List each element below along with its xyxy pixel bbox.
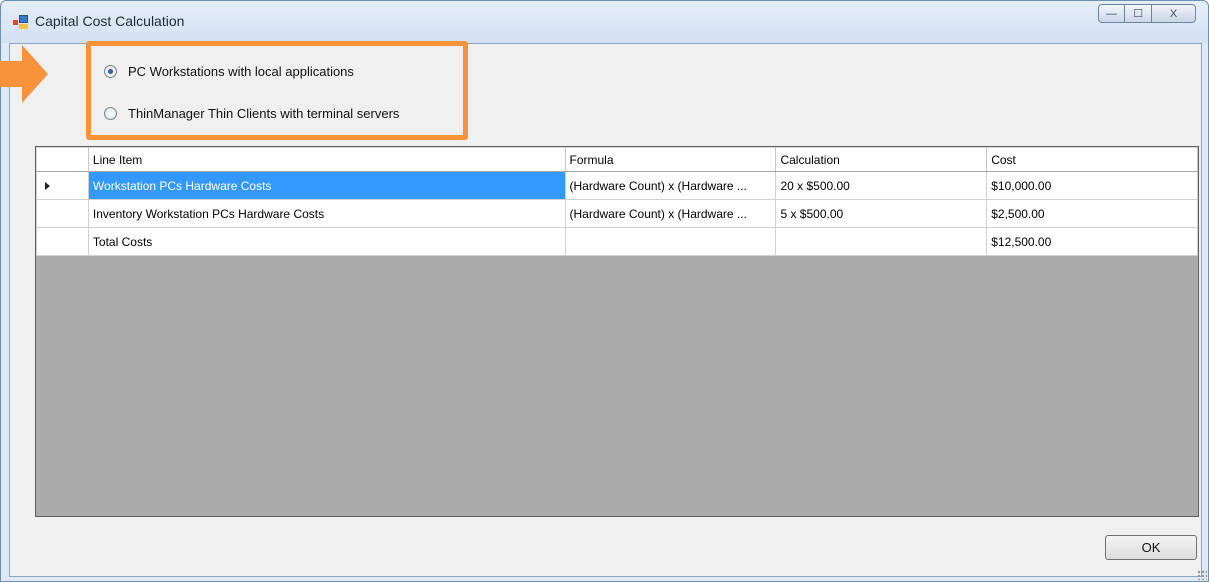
radio-button[interactable] — [104, 107, 117, 120]
cell-line-item[interactable]: Inventory Workstation PCs Hardware Costs — [87, 199, 566, 228]
ok-button[interactable]: OK — [1105, 535, 1197, 560]
column-header-formula[interactable]: Formula — [564, 147, 777, 172]
row-header[interactable] — [36, 199, 89, 228]
maximize-button[interactable]: ☐ — [1125, 4, 1152, 23]
table-row[interactable]: Workstation PCs Hardware Costs (Hardware… — [36, 171, 1198, 200]
cell-cost[interactable]: $2,500.00 — [986, 199, 1198, 228]
cell-line-item[interactable]: Workstation PCs Hardware Costs — [87, 171, 566, 200]
option-label: PC Workstations with local applications — [128, 64, 354, 79]
window-title: Capital Cost Calculation — [35, 13, 185, 29]
cost-table: Line Item Formula Calculation Cost Works… — [36, 147, 1198, 256]
header-row: Line Item Formula Calculation Cost — [36, 147, 1198, 172]
cell-formula[interactable]: (Hardware Count) x (Hardware ... — [564, 171, 777, 200]
option-label: ThinManager Thin Clients with terminal s… — [128, 106, 400, 121]
annotation-arrow-icon — [0, 45, 48, 103]
row-header-corner[interactable] — [36, 147, 89, 172]
column-header-line-item[interactable]: Line Item — [87, 147, 566, 172]
cell-formula[interactable]: (Hardware Count) x (Hardware ... — [564, 199, 777, 228]
annotation-highlight-box — [86, 41, 468, 140]
minimize-icon: — — [1106, 7, 1117, 20]
title-bar[interactable]: Capital Cost Calculation — ☐ X — [1, 1, 1208, 43]
radio-button-checked[interactable] — [104, 65, 117, 78]
resize-grip-icon[interactable] — [1197, 570, 1207, 580]
window-controls: — ☐ X — [1098, 4, 1196, 23]
table-row[interactable]: Inventory Workstation PCs Hardware Costs… — [36, 199, 1198, 228]
cell-calculation[interactable]: 5 x $500.00 — [775, 199, 988, 228]
option-thin-clients[interactable]: ThinManager Thin Clients with terminal s… — [104, 106, 399, 121]
maximize-icon: ☐ — [1133, 8, 1143, 20]
table-row[interactable]: Total Costs $12,500.00 — [36, 227, 1198, 256]
form-app-icon — [13, 15, 29, 29]
option-pc-workstations[interactable]: PC Workstations with local applications — [104, 64, 354, 79]
cost-data-grid[interactable]: Line Item Formula Calculation Cost Works… — [35, 146, 1199, 517]
cell-cost[interactable]: $10,000.00 — [986, 171, 1198, 200]
column-header-cost[interactable]: Cost — [986, 147, 1198, 172]
row-header[interactable] — [36, 171, 89, 200]
close-button[interactable]: X — [1152, 4, 1196, 23]
column-header-calculation[interactable]: Calculation — [775, 147, 988, 172]
cell-calculation[interactable] — [775, 227, 988, 256]
cell-cost[interactable]: $12,500.00 — [986, 227, 1198, 256]
cell-line-item[interactable]: Total Costs — [87, 227, 566, 256]
row-header[interactable] — [36, 227, 89, 256]
minimize-button[interactable]: — — [1098, 4, 1125, 23]
cell-formula[interactable] — [564, 227, 777, 256]
cell-calculation[interactable]: 20 x $500.00 — [775, 171, 988, 200]
close-icon: X — [1169, 7, 1178, 20]
current-row-arrow-icon — [45, 182, 50, 190]
